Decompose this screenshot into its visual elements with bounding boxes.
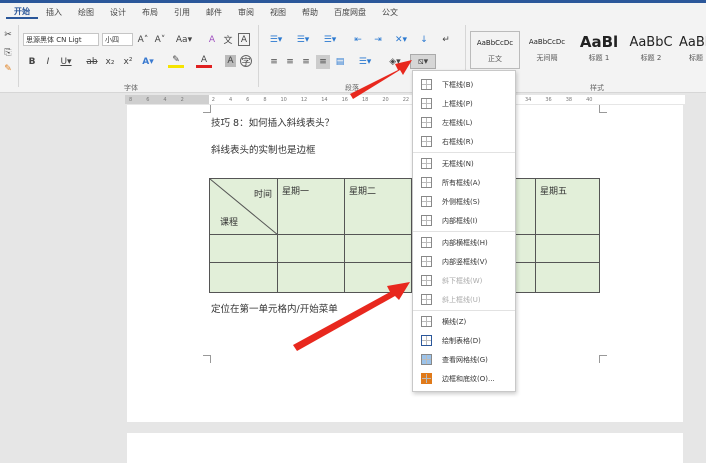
arrow-to-borders-button	[350, 60, 412, 99]
arrow-to-diagonal-border	[293, 282, 410, 351]
annotation-arrows	[293, 60, 412, 351]
